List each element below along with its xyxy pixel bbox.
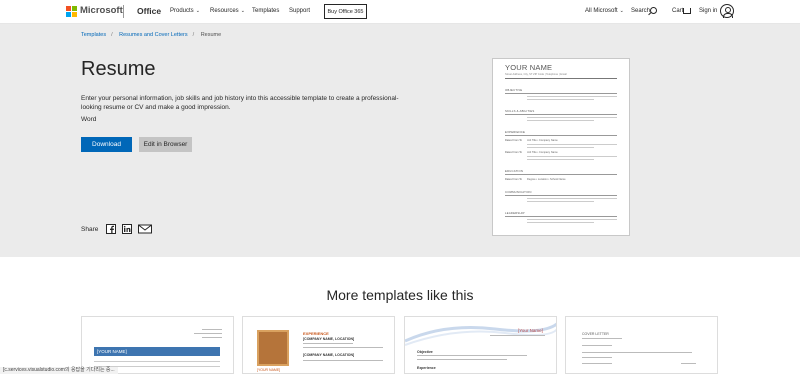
microsoft-logo-icon[interactable]	[66, 6, 77, 17]
more-templates-heading: More templates like this	[326, 287, 474, 303]
card-heading: COVER LETTER	[582, 332, 609, 336]
template-card[interactable]: EXPERIENCE [COMPANY NAME, LOCATION] [COM…	[242, 316, 395, 374]
template-description: Enter your personal information, job ski…	[81, 95, 399, 111]
preview-section: SKILLS & ABILITIES	[505, 109, 617, 115]
browser-status-bar: [c.services.visualstudio.com의 응답을 기다리는 중…	[0, 367, 118, 374]
nav-support[interactable]: Support	[289, 8, 310, 14]
nav-templates[interactable]: Templates	[252, 8, 279, 14]
preview-section: OBJECTIVE	[505, 88, 617, 94]
signin-link[interactable]: Sign in	[699, 8, 717, 14]
all-microsoft-menu[interactable]: All Microsoft ⌄	[585, 8, 624, 14]
chevron-down-icon: ⌄	[619, 8, 624, 14]
preview-section: LEADERSHIP	[505, 211, 617, 217]
breadcrumb-resumes[interactable]: Resumes and Cover Letters	[119, 32, 187, 38]
preview-dates: Dates From To	[505, 178, 522, 181]
preview-name: YOUR NAME	[505, 63, 553, 72]
avatar-icon[interactable]	[720, 4, 734, 18]
chevron-down-icon: ⌄	[240, 8, 245, 14]
card-photo	[257, 330, 289, 366]
template-card[interactable]: COVER LETTER	[565, 316, 718, 374]
preview-job: Job Title • Company Name	[527, 151, 558, 154]
preview-section: EXPERIENCE	[505, 130, 617, 136]
breadcrumb-current: Resume	[200, 32, 222, 38]
preview-section: EDUCATION	[505, 169, 617, 175]
card-name: [YOUR NAME]	[257, 368, 281, 372]
template-hero: Templates / Resumes and Cover Letters / Re…	[0, 24, 800, 257]
edit-in-browser-button[interactable]: Edit in Browser	[139, 137, 192, 152]
app-label: Word	[81, 116, 97, 123]
preview-school: Degree • Location • School Name	[527, 178, 566, 181]
header-divider	[123, 5, 124, 18]
share-label: Share	[81, 226, 99, 233]
card-experience: Experience	[417, 366, 436, 370]
template-card[interactable]: [Your Name] Objective Experience	[404, 316, 557, 374]
template-card[interactable]: [YOUR NAME]	[81, 316, 234, 374]
microsoft-brand[interactable]: Microsoft	[80, 5, 123, 16]
facebook-icon[interactable]	[106, 224, 116, 234]
preview-dates: Dates From To	[505, 151, 522, 154]
breadcrumb-templates[interactable]: Templates	[81, 32, 106, 38]
preview-dates: Dates From To	[505, 139, 522, 142]
page-title: Resume	[81, 58, 156, 80]
resume-preview[interactable]: YOUR NAME Street Address, City, ST ZIP C…	[492, 58, 630, 236]
search-label[interactable]: Search	[631, 8, 650, 14]
breadcrumb: Templates / Resumes and Cover Letters / Re…	[81, 32, 222, 38]
card-company: [COMPANY NAME, LOCATION]	[303, 353, 355, 357]
preview-job: Job Title • Company Name	[527, 139, 558, 142]
download-button[interactable]: Download	[81, 137, 132, 152]
card-name-banner: [YOUR NAME]	[94, 347, 220, 356]
search-icon[interactable]	[650, 7, 657, 14]
nav-products[interactable]: Products ⌄	[170, 8, 200, 14]
linkedin-icon[interactable]	[122, 224, 132, 234]
card-objective: Objective	[417, 350, 433, 354]
preview-contact: Street Address, City, ST ZIP Code | Tele…	[505, 73, 617, 79]
office-link[interactable]: Office	[137, 6, 161, 16]
top-navigation-bar: Microsoft Office Products ⌄ Resources ⌄ Te…	[0, 0, 800, 24]
card-name: [Your Name]	[518, 328, 543, 333]
chevron-down-icon: ⌄	[195, 8, 200, 14]
preview-section: COMMUNICATION	[505, 190, 617, 196]
nav-resources[interactable]: Resources ⌄	[210, 8, 245, 14]
card-company: [COMPANY NAME, LOCATION]	[303, 337, 355, 341]
cart-label[interactable]: Cart	[672, 8, 683, 14]
email-icon[interactable]	[138, 224, 152, 234]
card-heading: EXPERIENCE	[303, 331, 329, 336]
buy-office-button[interactable]: Buy Office 365	[324, 4, 367, 19]
cart-icon[interactable]	[683, 8, 691, 14]
